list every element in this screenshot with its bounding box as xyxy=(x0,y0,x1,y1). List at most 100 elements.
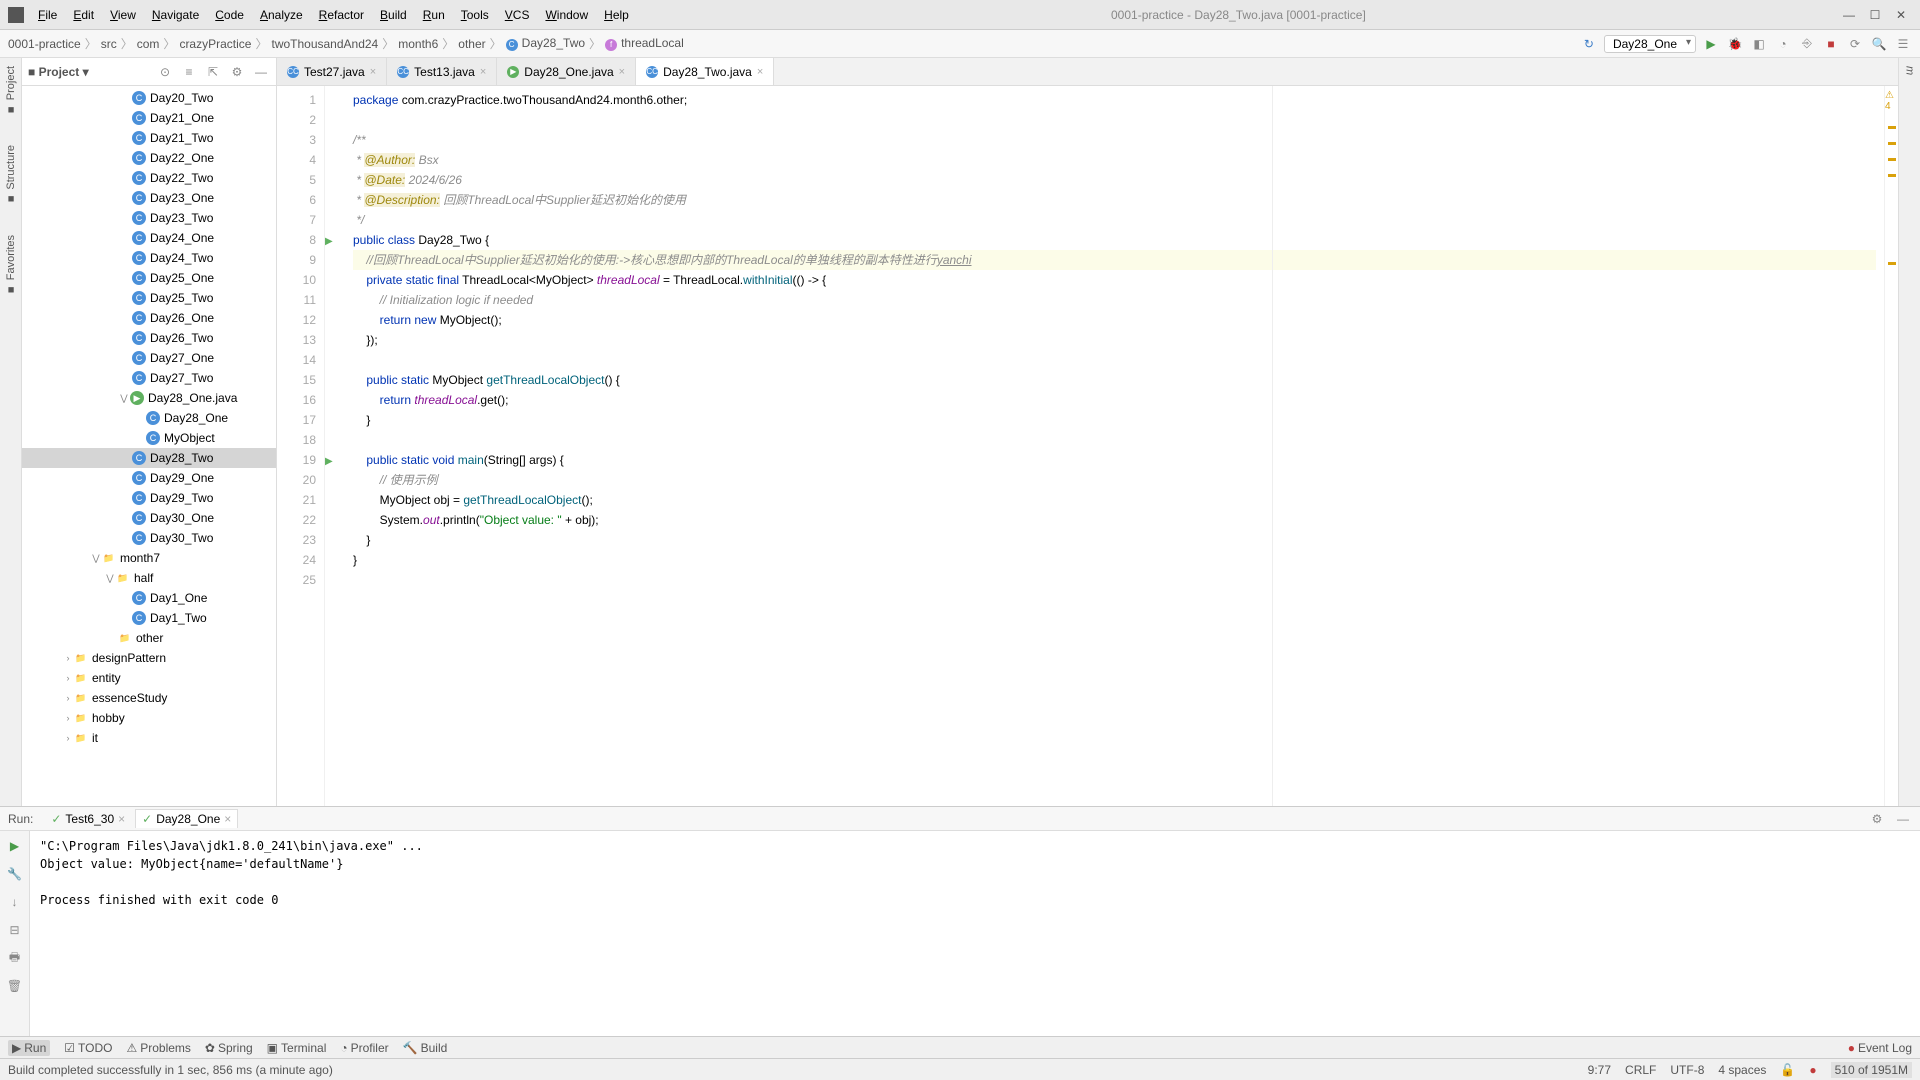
line-number[interactable]: 21 xyxy=(281,490,316,510)
menu-run[interactable]: Run xyxy=(417,6,451,24)
breadcrumb-item[interactable]: com xyxy=(137,37,160,51)
code-line[interactable]: public static void main(String[] args) { xyxy=(353,450,1876,470)
line-number[interactable]: 20 xyxy=(281,470,316,490)
tree-item-day28-one-java[interactable]: ⋁▶Day28_One.java xyxy=(22,388,276,408)
line-number[interactable]: 11 xyxy=(281,290,316,310)
line-number[interactable]: 2 xyxy=(281,110,316,130)
breadcrumb-item[interactable]: crazyPractice xyxy=(179,37,251,51)
menu-vcs[interactable]: VCS xyxy=(499,6,536,24)
gutter-marker[interactable] xyxy=(325,150,345,170)
tree-item-day26-two[interactable]: Day26_Two xyxy=(22,328,276,348)
code-area[interactable]: package com.crazyPractice.twoThousandAnd… xyxy=(345,86,1884,806)
line-number[interactable]: 18 xyxy=(281,430,316,450)
menu-file[interactable]: File xyxy=(32,6,63,24)
code-line[interactable] xyxy=(353,430,1876,450)
menu-analyze[interactable]: Analyze xyxy=(254,6,309,24)
line-number[interactable]: 15 xyxy=(281,370,316,390)
tree-item-day29-one[interactable]: Day29_One xyxy=(22,468,276,488)
breadcrumb-item[interactable]: Day28_Two xyxy=(506,36,585,51)
editor-tab-test13-java[interactable]: CTest13.java× xyxy=(387,58,497,85)
heap-indicator[interactable]: 510 of 1951M xyxy=(1831,1062,1912,1078)
gutter-marker[interactable] xyxy=(325,330,345,350)
side-tool-favorites[interactable]: ■ Favorites xyxy=(5,235,17,295)
run-output[interactable]: "C:\Program Files\Java\jdk1.8.0_241\bin\… xyxy=(30,831,1920,1036)
tree-item-day25-two[interactable]: Day25_Two xyxy=(22,288,276,308)
status-error-icon[interactable]: ● xyxy=(1809,1063,1816,1077)
breadcrumb-item[interactable]: month6 xyxy=(398,37,438,51)
event-log-button[interactable]: ● Event Log xyxy=(1848,1041,1912,1055)
side-tool-project[interactable]: ■ Project xyxy=(5,66,17,115)
code-line[interactable]: * @Description: 回顾ThreadLocal中Supplier延迟… xyxy=(353,190,1876,210)
tree-item-day1-two[interactable]: Day1_Two xyxy=(22,608,276,628)
code-line[interactable]: * @Author: Bsx xyxy=(353,150,1876,170)
tab-close-icon[interactable]: × xyxy=(757,66,763,78)
stripe-marker[interactable] xyxy=(1888,126,1896,129)
profile-icon[interactable]: ◔ xyxy=(1774,35,1792,53)
code-line[interactable] xyxy=(353,110,1876,130)
run-config-select[interactable]: Day28_One xyxy=(1604,35,1696,53)
tree-item-day29-two[interactable]: Day29_Two xyxy=(22,488,276,508)
menu-help[interactable]: Help xyxy=(598,6,635,24)
run-hide-icon[interactable]: — xyxy=(1894,810,1912,828)
menu-refactor[interactable]: Refactor xyxy=(313,6,370,24)
tree-item-month7[interactable]: ⋁month7 xyxy=(22,548,276,568)
run-settings-icon[interactable]: ⚙ xyxy=(1868,810,1886,828)
expander-icon[interactable]: › xyxy=(62,713,74,723)
refresh-icon[interactable]: ↻ xyxy=(1580,35,1598,53)
breadcrumb-item[interactable]: src xyxy=(101,37,117,51)
menu-window[interactable]: Window xyxy=(539,6,594,24)
code-line[interactable]: * @Date: 2024/6/26 xyxy=(353,170,1876,190)
editor-tab-test27-java[interactable]: CTest27.java× xyxy=(277,58,387,85)
stop-icon[interactable]: ■ xyxy=(1822,35,1840,53)
tree-item-day22-two[interactable]: Day22_Two xyxy=(22,168,276,188)
editor-tab-day28-one-java[interactable]: ▶Day28_One.java× xyxy=(497,58,636,85)
code-line[interactable]: // 使用示例 xyxy=(353,470,1876,490)
run-down-icon[interactable]: ↓ xyxy=(6,893,24,911)
gutter-marker[interactable] xyxy=(325,210,345,230)
gutter-marker[interactable] xyxy=(325,470,345,490)
maximize-icon[interactable]: ☐ xyxy=(1868,8,1882,22)
breadcrumb-item[interactable]: 0001-practice xyxy=(8,37,81,51)
tree-item-day21-one[interactable]: Day21_One xyxy=(22,108,276,128)
menu-code[interactable]: Code xyxy=(209,6,250,24)
collapse-all-icon[interactable]: ⇱ xyxy=(204,63,222,81)
tree-item-it[interactable]: ›it xyxy=(22,728,276,748)
close-icon[interactable]: ✕ xyxy=(1894,8,1908,22)
menu-navigate[interactable]: Navigate xyxy=(146,6,205,24)
line-number[interactable]: 1 xyxy=(281,90,316,110)
line-number[interactable]: 13 xyxy=(281,330,316,350)
tool-spring[interactable]: ✿ Spring xyxy=(205,1040,253,1056)
minimize-icon[interactable]: — xyxy=(1842,8,1856,22)
line-number[interactable]: 8 xyxy=(281,230,316,250)
tree-item-half[interactable]: ⋁half xyxy=(22,568,276,588)
code-line[interactable] xyxy=(353,350,1876,370)
line-number[interactable]: 19 xyxy=(281,450,316,470)
gutter-marker[interactable] xyxy=(325,370,345,390)
tool-build[interactable]: 🔨 Build xyxy=(403,1040,448,1056)
menu-view[interactable]: View xyxy=(104,6,142,24)
tree-item-myobject[interactable]: MyObject xyxy=(22,428,276,448)
run-print-icon[interactable]: 🖶 xyxy=(6,949,24,967)
tree-item-day27-two[interactable]: Day27_Two xyxy=(22,368,276,388)
expander-icon[interactable]: ⋁ xyxy=(104,573,116,584)
project-tree[interactable]: Day20_TwoDay21_OneDay21_TwoDay22_OneDay2… xyxy=(22,86,276,806)
side-tool-structure[interactable]: ■ Structure xyxy=(5,145,17,205)
code-line[interactable]: private static final ThreadLocal<MyObjec… xyxy=(353,270,1876,290)
code-line[interactable] xyxy=(353,570,1876,590)
breadcrumb-item[interactable]: fthreadLocal xyxy=(605,36,684,51)
gutter-marker[interactable] xyxy=(325,170,345,190)
search-icon[interactable]: 🔍 xyxy=(1870,35,1888,53)
expander-icon[interactable]: ⋁ xyxy=(118,393,130,404)
code-line[interactable]: */ xyxy=(353,210,1876,230)
code-line[interactable]: }); xyxy=(353,330,1876,350)
code-line[interactable]: } xyxy=(353,410,1876,430)
error-stripe[interactable]: ⚠ 4 xyxy=(1884,86,1898,806)
update-icon[interactable]: ⟳ xyxy=(1846,35,1864,53)
code-line[interactable]: public class Day28_Two { xyxy=(353,230,1876,250)
code-line[interactable]: } xyxy=(353,530,1876,550)
gutter-marker[interactable] xyxy=(325,430,345,450)
code-line[interactable]: package com.crazyPractice.twoThousandAnd… xyxy=(353,90,1876,110)
gutter-marker[interactable] xyxy=(325,410,345,430)
tree-item-entity[interactable]: ›entity xyxy=(22,668,276,688)
gutter-marker[interactable] xyxy=(325,390,345,410)
